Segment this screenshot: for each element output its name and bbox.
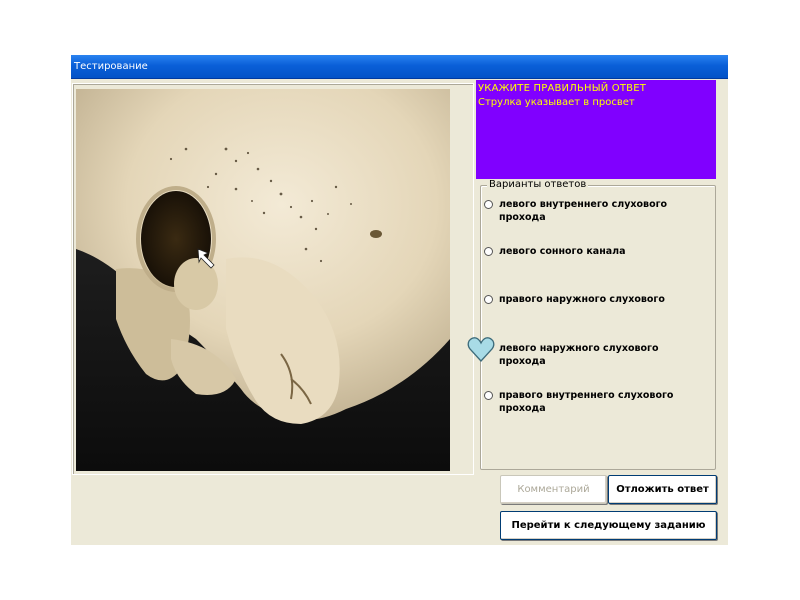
heart-icon — [467, 335, 495, 363]
question-title: УКАЖИТЕ ПРАВИЛЬНЫЙ ОТВЕТ — [478, 83, 647, 94]
radio-button[interactable] — [484, 200, 493, 209]
answer-option-1[interactable]: левого внутреннего слухового прохода — [484, 198, 699, 224]
radio-button[interactable] — [484, 391, 493, 400]
title-bar[interactable]: Тестирование — [71, 55, 728, 79]
answers-group: Варианты ответов левого внутреннего слух… — [480, 179, 716, 470]
postpone-button[interactable]: Отложить ответ — [608, 475, 717, 504]
comment-button[interactable]: Комментарий — [500, 475, 607, 504]
answer-label: левого сонного канала — [499, 246, 626, 257]
answers-legend: Варианты ответов — [487, 179, 589, 190]
answer-option-4[interactable]: левого наружного слухового прохода — [484, 342, 699, 368]
question-panel: УКАЖИТЕ ПРАВИЛЬНЫЙ ОТВЕТ Струлка указыва… — [476, 80, 716, 179]
answer-label: правого внутреннего слухового прохода — [499, 390, 674, 414]
answer-option-5[interactable]: правого внутреннего слухового прохода — [484, 389, 699, 415]
answer-label: правого наружного слухового — [499, 294, 665, 305]
radio-button[interactable] — [484, 247, 493, 256]
radio-button[interactable] — [484, 295, 493, 304]
answer-label: левого внутреннего слухового прохода — [499, 199, 668, 223]
answer-label: левого наружного слухового прохода — [499, 343, 659, 367]
test-window: Тестирование УКАЖИТЕ ПРАВИЛЬНЫЙ ОТВЕТ Ст… — [71, 55, 728, 545]
answer-option-3[interactable]: правого наружного слухового — [484, 293, 699, 306]
window-title: Тестирование — [74, 61, 148, 72]
image-frame — [72, 83, 474, 475]
question-subtitle: Струлка указывает в просвет — [478, 97, 635, 108]
answer-option-2[interactable]: левого сонного канала — [484, 245, 699, 258]
next-task-button[interactable]: Перейти к следующему заданию — [500, 511, 717, 540]
skull-photo — [76, 89, 450, 471]
